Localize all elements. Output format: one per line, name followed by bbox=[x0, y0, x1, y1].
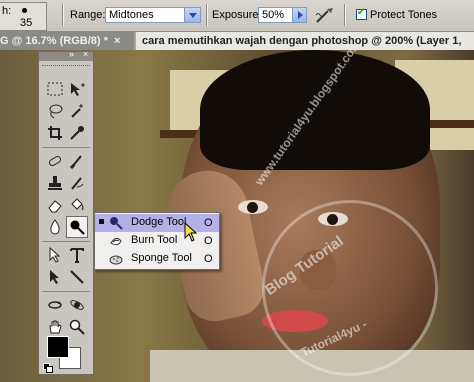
shortcut-key: O bbox=[204, 217, 213, 229]
bandage-icon bbox=[48, 156, 62, 166]
flyout-item-dodge-tool[interactable]: Dodge Tool O bbox=[95, 214, 219, 232]
panel-grip[interactable] bbox=[42, 65, 90, 69]
tools-panel-header[interactable]: » × bbox=[39, 49, 93, 61]
flyout-item-label: Dodge Tool bbox=[131, 216, 187, 228]
paint-bucket-tool[interactable] bbox=[66, 194, 88, 216]
paint-bucket-icon bbox=[71, 198, 84, 211]
dodge-tools-flyout: Dodge Tool O Burn Tool O Sponge Tool O bbox=[94, 212, 220, 270]
foreground-color-swatch[interactable] bbox=[47, 336, 69, 358]
marquee-icon bbox=[47, 82, 63, 96]
move-tool[interactable] bbox=[66, 78, 88, 100]
clone-stamp-tool[interactable] bbox=[44, 172, 66, 194]
tab-document-1[interactable]: G @ 16.7% (RGB/8) * × bbox=[0, 32, 134, 50]
close-icon[interactable]: × bbox=[114, 35, 120, 47]
range-select[interactable]: Midtones bbox=[105, 7, 201, 23]
tab-label: G @ 16.7% (RGB/8) * bbox=[0, 35, 108, 47]
move-icon bbox=[71, 83, 85, 96]
tools-panel: » × bbox=[38, 49, 94, 375]
burn-icon bbox=[110, 237, 122, 246]
blur-tool[interactable] bbox=[44, 216, 66, 238]
brush-preset-picker[interactable]: h: 35 bbox=[0, 2, 47, 31]
type-tool[interactable] bbox=[66, 244, 88, 266]
separator bbox=[62, 4, 64, 26]
direct-selection-tool[interactable] bbox=[44, 266, 66, 288]
tab-document-2[interactable]: cara memutihkan wajah dengan photoshop @… bbox=[136, 32, 474, 50]
airbrush-icon[interactable] bbox=[314, 5, 336, 25]
line-tool[interactable] bbox=[66, 266, 88, 288]
exposure-value: 50% bbox=[262, 9, 285, 21]
eyedropper-tool[interactable] bbox=[66, 122, 88, 144]
lasso-tool[interactable] bbox=[44, 100, 66, 122]
blur-drop-icon bbox=[50, 219, 60, 235]
close-icon[interactable]: × bbox=[83, 49, 88, 59]
tab-label: cara memutihkan wajah dengan photoshop @… bbox=[142, 35, 462, 47]
watermark-seal bbox=[262, 200, 438, 376]
dodge-icon bbox=[70, 220, 85, 235]
separator bbox=[42, 291, 90, 292]
collapse-icon[interactable]: » bbox=[69, 49, 74, 59]
magic-wand-icon bbox=[71, 104, 83, 118]
3d-camera-tool[interactable] bbox=[66, 294, 88, 316]
separator bbox=[42, 147, 90, 148]
mouse-cursor-icon bbox=[184, 222, 198, 242]
left-eye bbox=[238, 200, 268, 214]
chevron-down-icon[interactable] bbox=[184, 8, 200, 22]
type-icon bbox=[70, 248, 84, 263]
3d-rotate-tool[interactable] bbox=[44, 294, 66, 316]
brush-label: h: bbox=[2, 5, 12, 17]
hand-icon bbox=[49, 320, 62, 334]
flyout-item-burn-tool[interactable]: Burn Tool O bbox=[95, 232, 219, 250]
arrow-icon bbox=[50, 270, 59, 284]
brush-icon bbox=[69, 155, 82, 169]
history-brush-tool[interactable] bbox=[66, 172, 88, 194]
magic-wand-tool[interactable] bbox=[66, 100, 88, 122]
history-brush-icon bbox=[71, 177, 84, 190]
exposure-label: Exposure: bbox=[212, 9, 262, 21]
zoom-tool[interactable] bbox=[66, 316, 88, 338]
brush-tip-icon bbox=[22, 8, 27, 13]
path-selection-icon bbox=[49, 247, 61, 263]
orbit-icon bbox=[70, 300, 84, 310]
line-icon bbox=[70, 270, 84, 284]
options-bar: h: 35 Range: Midtones Exposure: 50% Prot… bbox=[0, 0, 474, 32]
active-tool-marker bbox=[99, 219, 104, 224]
shortcut-key: O bbox=[204, 235, 213, 247]
shortcut-key: O bbox=[204, 253, 213, 265]
separator bbox=[42, 241, 90, 242]
flyout-item-label: Burn Tool bbox=[131, 234, 178, 246]
crop-icon bbox=[48, 126, 62, 140]
separator bbox=[344, 4, 346, 26]
sponge-icon bbox=[109, 255, 123, 265]
path-selection-tool[interactable] bbox=[44, 244, 66, 266]
brush-size: 35 bbox=[20, 17, 33, 29]
eraser-icon bbox=[48, 200, 62, 213]
rotate-3d-icon bbox=[48, 301, 62, 309]
brush-tool[interactable] bbox=[66, 150, 88, 172]
document-tab-bar: G @ 16.7% (RGB/8) * × cara memutihkan wa… bbox=[0, 32, 474, 50]
zoom-icon bbox=[69, 319, 85, 335]
range-value: Midtones bbox=[109, 9, 154, 21]
hand-tool[interactable] bbox=[44, 316, 66, 338]
separator bbox=[206, 4, 208, 26]
exposure-slider-button[interactable] bbox=[292, 7, 307, 23]
dodge-tool-selected[interactable] bbox=[66, 216, 88, 238]
protect-tones-label: Protect Tones bbox=[370, 9, 438, 21]
exposure-input[interactable]: 50% bbox=[258, 7, 293, 23]
crop-tool[interactable] bbox=[44, 122, 66, 144]
dodge-icon bbox=[110, 217, 123, 230]
range-label: Range: bbox=[70, 9, 106, 21]
marquee-tool[interactable] bbox=[44, 78, 66, 100]
flyout-item-label: Sponge Tool bbox=[131, 252, 192, 264]
stamp-icon bbox=[48, 176, 62, 190]
eraser-tool[interactable] bbox=[44, 194, 66, 216]
eyedropper-icon bbox=[70, 126, 84, 140]
default-colors-icon[interactable] bbox=[43, 363, 53, 373]
protect-tones-checkbox[interactable] bbox=[356, 7, 367, 20]
lasso-icon bbox=[49, 104, 63, 119]
flyout-item-sponge-tool[interactable]: Sponge Tool O bbox=[95, 250, 219, 268]
healing-brush-tool[interactable] bbox=[44, 150, 66, 172]
